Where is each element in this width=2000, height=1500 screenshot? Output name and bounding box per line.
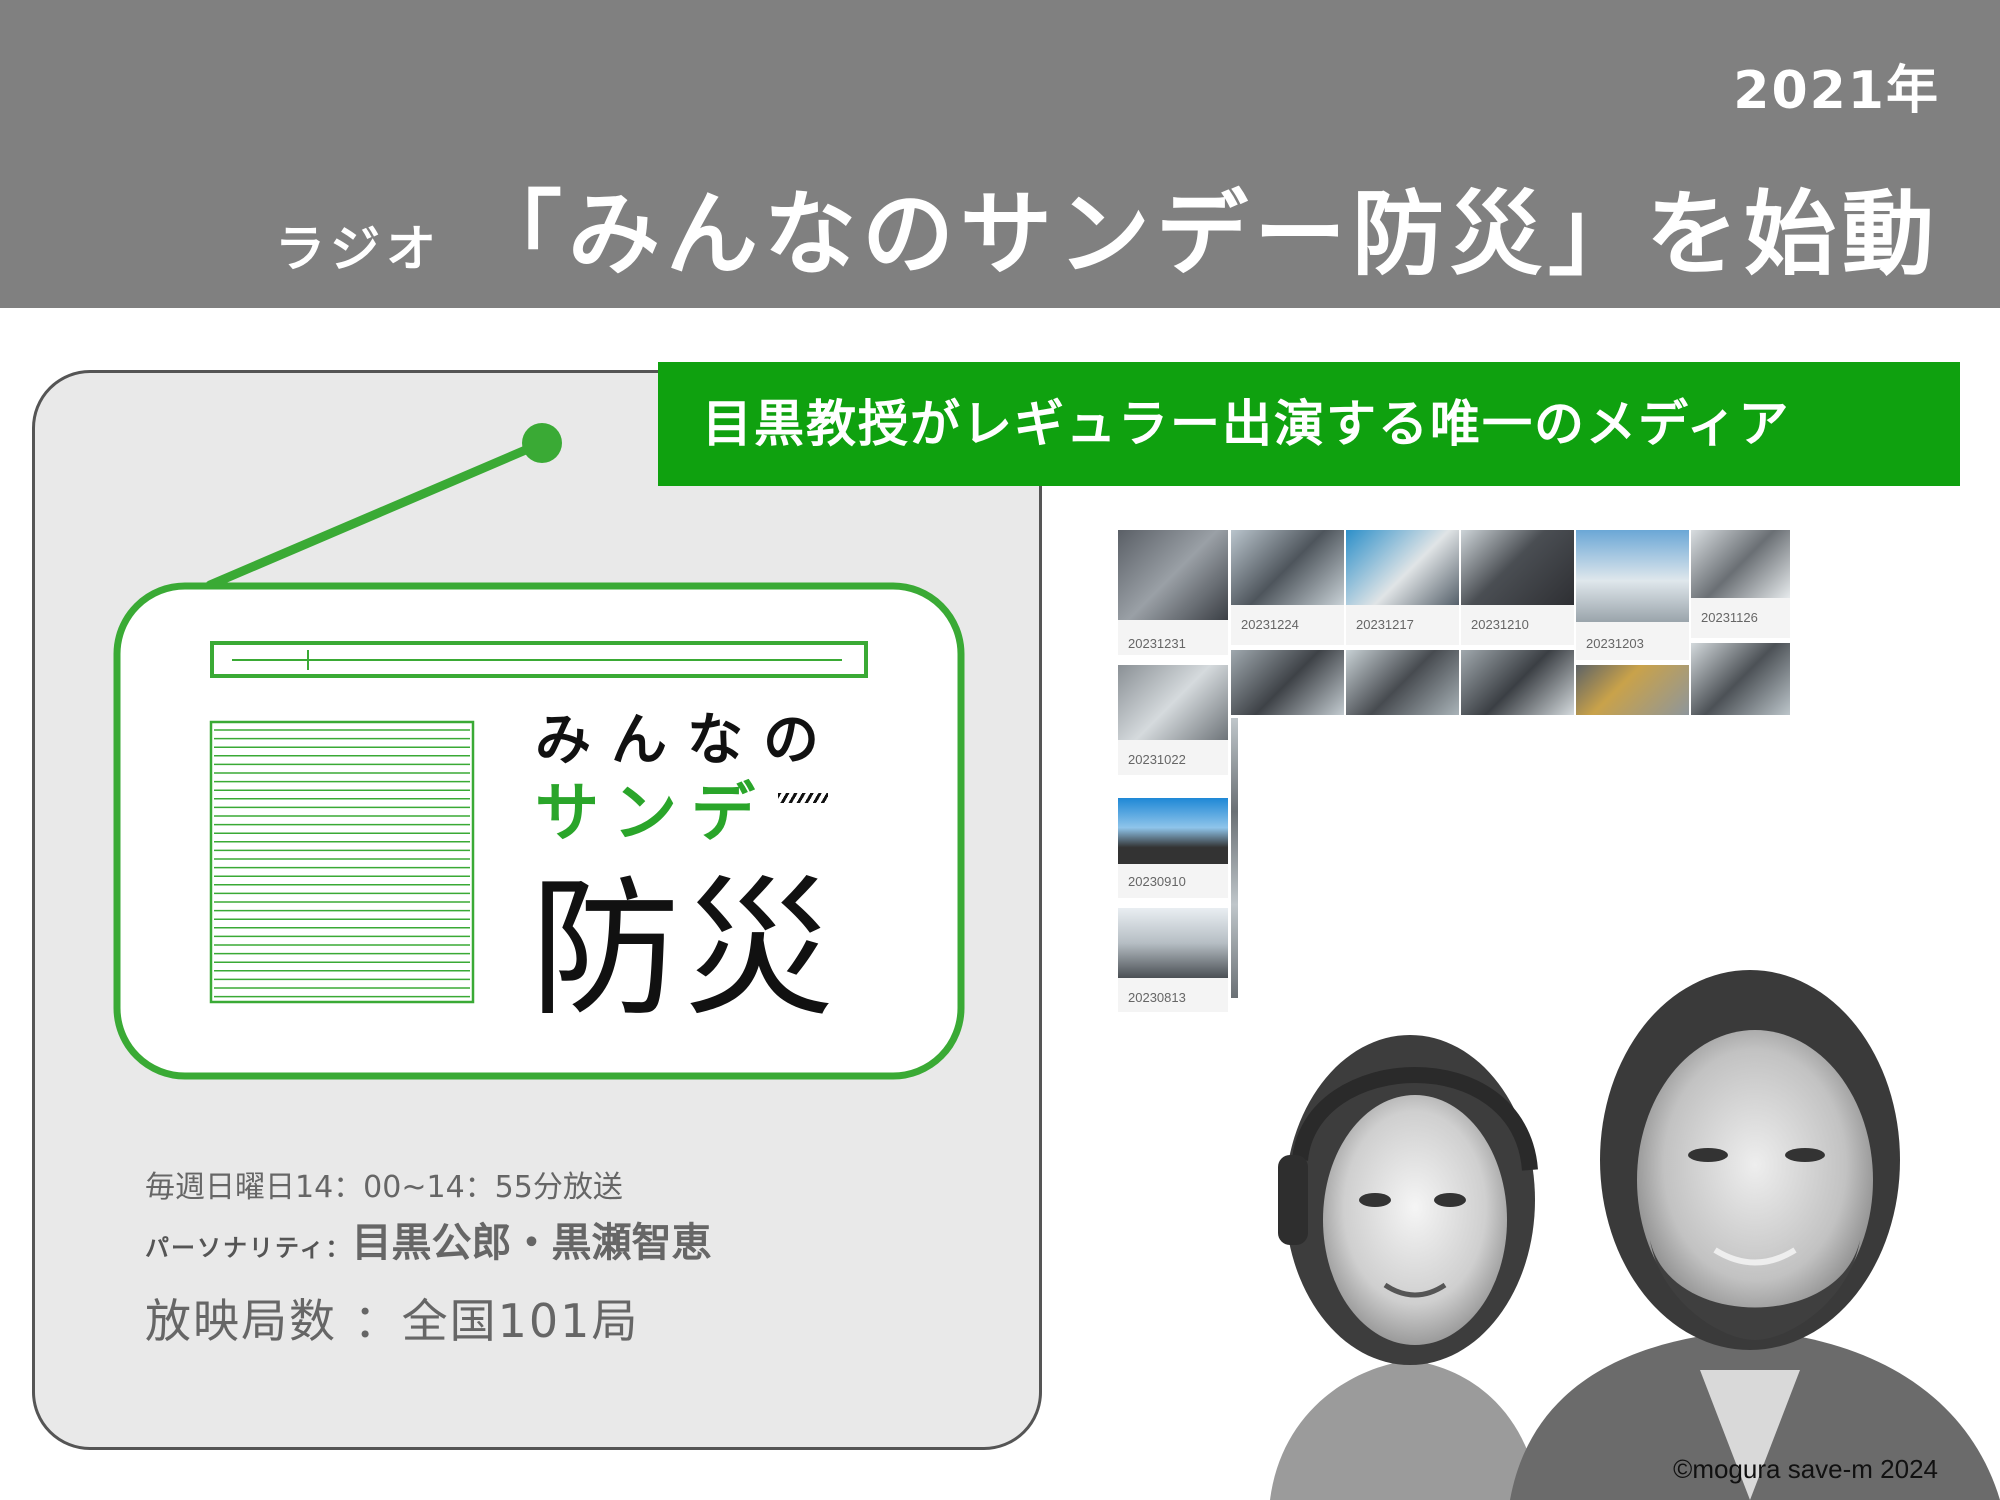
logo-text-line3: 防災 [530, 863, 839, 1037]
thumbnail-date: 20231217 [1356, 617, 1414, 632]
header-bar: 2021年 ラジオ 「みんなのサンデー防災」を始動 [0, 0, 2000, 308]
personality-label: パーソナリティ： [145, 1234, 352, 1262]
episode-thumbnail[interactable]: 20231231 [1118, 530, 1228, 655]
title-main: 「みんなのサンデー防災」を始動 [469, 181, 1940, 288]
thumbnail-photo[interactable] [1461, 650, 1574, 715]
thumbnail-photo[interactable] [1346, 650, 1459, 715]
station-count: 放映局数 ：全国101局 [145, 1294, 640, 1348]
logo-dash-mark [778, 793, 828, 803]
thumbnail-date: 20231231 [1128, 636, 1186, 651]
thumbnail-date: 20231126 [1701, 610, 1758, 625]
episode-thumbnail[interactable]: 20230813 [1118, 908, 1228, 1012]
thumbnail-photo[interactable] [1576, 665, 1689, 715]
thumbnail-date: 20231210 [1471, 617, 1529, 632]
episode-thumbnail[interactable]: 20231210 [1461, 530, 1574, 645]
episode-thumbnail[interactable]: 20231224 [1231, 530, 1344, 645]
thumbnail-date: 20231224 [1241, 617, 1299, 632]
thumbnail-photo[interactable] [1691, 643, 1790, 715]
episode-thumbnail[interactable]: 20231217 [1346, 530, 1459, 645]
episode-thumbnail[interactable]: 20231022 [1118, 665, 1228, 775]
thumbnail-date: 20230813 [1128, 990, 1186, 1005]
personality-line: パーソナリティ：目黒公郎・黒瀬智恵 [145, 1210, 712, 1268]
thumbnail-photo[interactable] [1231, 650, 1344, 715]
episode-thumbnail[interactable]: 20231126 [1691, 530, 1790, 638]
year-label: 2021年 [1733, 61, 1940, 121]
thumbnail-date: 20230910 [1128, 874, 1186, 889]
thumbnail-date: 20231022 [1128, 752, 1186, 767]
broadcast-schedule: 毎週日曜日14：00~14：55分放送 [145, 1170, 623, 1205]
episode-thumbnail[interactable]: 20230910 [1118, 798, 1228, 898]
personality-names: 目黒公郎・黒瀬智恵 [351, 1220, 712, 1266]
hosts-illustration [1270, 970, 2000, 1500]
title-prefix: ラジオ [274, 220, 442, 278]
thumbnail-date: 20231203 [1586, 636, 1644, 651]
episode-thumbnail[interactable]: 20231203 [1576, 530, 1689, 660]
page-title: ラジオ 「みんなのサンデー防災」を始動 [275, 160, 1940, 293]
copyright-text: ©mogura save-m 2024 [1673, 1454, 1938, 1484]
